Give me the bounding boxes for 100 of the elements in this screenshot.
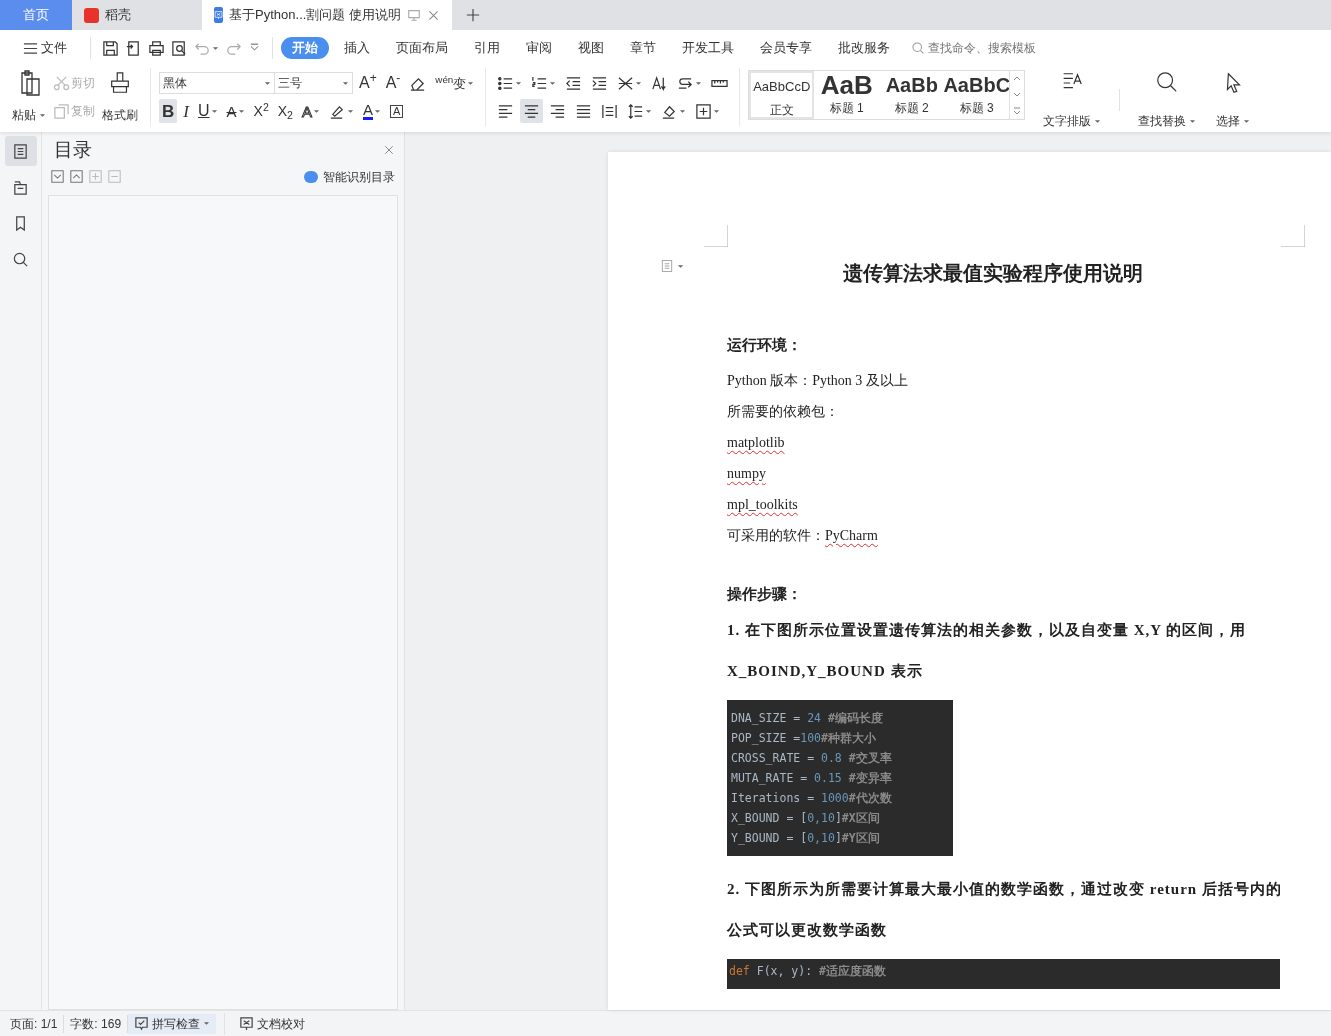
format-painter-button[interactable]: 格式刷 [98,68,142,126]
section-heading: 操作步骤： [727,584,803,604]
scroll-up-icon [1013,75,1022,83]
file-menu[interactable]: 文件 [12,36,78,60]
outline-button[interactable] [4,136,37,166]
border-icon [695,102,713,120]
collapse-button[interactable] [70,168,83,185]
subscript-button[interactable]: X$_{2}$ [274,99,296,123]
caret-icon [713,108,721,114]
section-heading: 运行环境： [727,336,803,355]
justify-icon [575,102,593,120]
style-option[interactable]: AaBbC 标题 3 [944,71,1010,119]
align-center-button[interactable] [520,99,544,123]
caret-icon [312,108,320,114]
caret-icon [1189,118,1197,124]
bold-button[interactable]: B [159,99,178,123]
font-color-button[interactable]: A [359,99,384,123]
code-line: POP_SIZE =100#种群大小 [731,730,877,747]
strikethrough-button[interactable]: A [223,99,248,123]
close-icon[interactable] [427,8,440,22]
caret-icon [679,108,687,114]
style-option[interactable]: AaBbCcD 正文 [749,71,815,119]
ribbon-tab[interactable]: 引用 [463,36,511,60]
caret-icon [1243,118,1251,124]
style-option[interactable]: AaB 标题 1 [814,71,880,119]
paragraph: 公式可以更改数学函数 [727,920,888,940]
page-count: 页面: 1/1 [4,1014,65,1033]
tool-button[interactable]: 文字排版 [1033,68,1112,132]
font-size-field[interactable]: 三号 [275,72,353,94]
caret-icon [212,45,219,51]
print-icon [148,39,165,57]
caret-icon [264,80,271,86]
bulleted-list-icon [497,74,515,92]
code-line: MUTA_RATE = 0.15 #变异率 [731,770,893,787]
search-icon [12,250,29,268]
shrink-font-button[interactable]: A$^{-}$ [382,71,404,95]
margin-mark [1281,225,1305,247]
app-logo-icon [84,7,99,23]
code-line: DNA_SIZE = 24 #编码长度 [731,710,884,727]
underline-button[interactable]: U [194,99,221,123]
export-icon [125,39,142,57]
caret-icon [695,80,703,86]
cross-lines-icon [617,74,635,92]
code-line: Y_BOUND = [0,10]#Y区间 [731,830,881,847]
paragraph: 2. 下图所示为所需要计算最大最小值的数学函数，通过改变 return 后括号内的 [727,880,1283,899]
ribbon-tab[interactable]: 章节 [619,36,667,60]
smart-toc-button[interactable]: 智能识别目录 [301,164,398,189]
smart-icon [304,170,318,183]
document-icon [660,259,674,273]
code-line: X_BOUND = [0,10]#X区间 [731,810,881,827]
paragraph: 可采用的软件：PyCharm [727,526,879,545]
font-name-field[interactable]: 黑体 [159,72,275,94]
caret-icon [677,263,684,269]
outline-icon [12,142,29,160]
ribbon-tab[interactable]: 页面布局 [385,36,459,60]
line-spacing-icon [627,102,645,120]
caret-icon [549,80,557,86]
document-icon [214,7,224,23]
italic-button[interactable]: I [180,99,192,123]
code-line: def F(x, y): #适应度函数 [729,963,887,980]
ribbon-tab[interactable]: 插入 [333,36,381,60]
ribbon-tab[interactable]: 开发工具 [671,36,745,60]
caret-icon [635,80,643,86]
align-center-icon [523,102,541,120]
code-line: CROSS_RATE = 0.8 #交叉率 [731,750,893,767]
document-title: 遗传算法求最值实验程序使用说明 [843,261,1143,286]
style-option[interactable]: AaBb 标题 2 [879,71,945,119]
grow-font-button[interactable]: A$^{+}$ [356,71,380,95]
proofread-button[interactable]: 文档校对 [233,1013,312,1034]
search-icon [911,41,925,55]
proofread-icon [239,1016,255,1031]
search-field[interactable]: 查找命令、搜索模板 [911,39,1058,57]
ribbon-tab[interactable]: 批改服务 [827,36,901,60]
folder-list-icon [12,178,29,196]
tab[interactable]: 基于Python...割问题 使用说明 [202,0,452,30]
save-icon [102,39,119,57]
character-border-button[interactable]: A [386,99,407,123]
plus-icon [466,8,480,22]
menu-icon [23,40,38,56]
text-effect-button[interactable]: A [298,99,323,123]
superscript-button[interactable]: X$^{2}$ [250,99,272,123]
tool-button[interactable]: 选择 [1206,68,1261,132]
ribbon-tab[interactable]: 会员专享 [749,36,823,60]
paste-button[interactable]: 粘贴 [8,68,50,126]
ribbon-tab[interactable]: 审阅 [515,36,563,60]
expand-button[interactable] [51,168,64,185]
ribbon-tab[interactable]: 视图 [567,36,615,60]
paragraph: X_BOIND,Y_BOUND 表示 [727,661,924,681]
panel-title: 目录 [54,138,92,162]
close-icon [383,144,395,157]
caret-icon [342,80,349,86]
remove-icon [108,170,121,183]
paragraph: 所需要的依赖包： [727,402,840,421]
paragraph: 1. 在下图所示位置设置遗传算法的相关参数，以及自变量 X,Y 的区间，用 [727,621,1248,640]
print-preview-icon [171,39,188,57]
tool-button[interactable]: 查找替换 [1128,68,1207,132]
paragraph: numpy [727,464,767,483]
phonetic-guide-button[interactable]: $^{wén}$变 [432,71,478,95]
spell-check-button[interactable]: 拼写检查 [128,1013,217,1034]
distribute-icon [601,102,619,120]
